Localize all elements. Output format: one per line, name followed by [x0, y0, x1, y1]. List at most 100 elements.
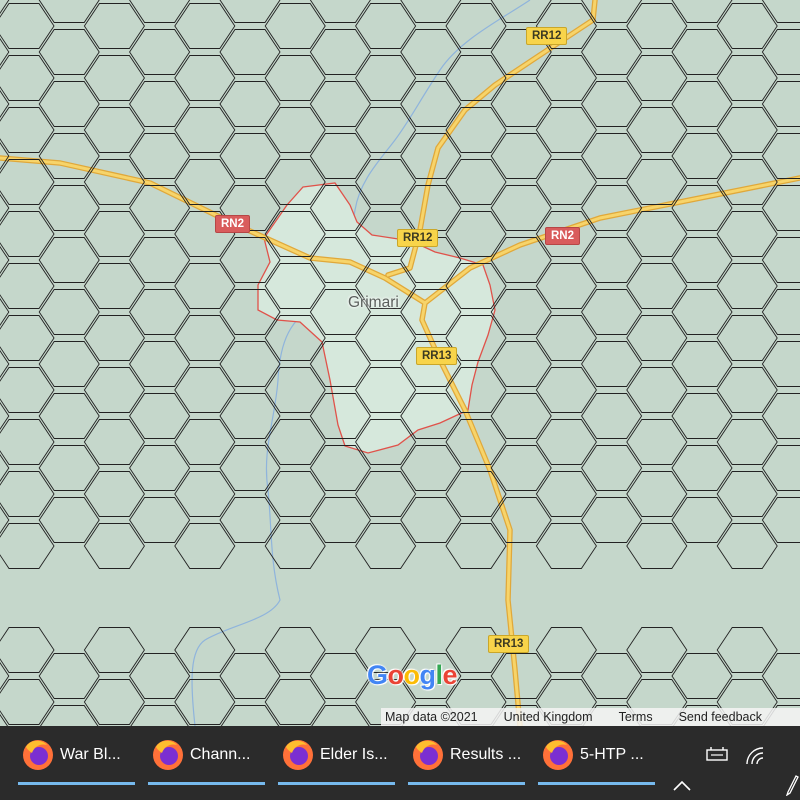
hex-cell [129, 133, 191, 179]
hex-cell [716, 523, 778, 569]
taskbar-item-label: Chann... [190, 746, 251, 763]
hex-cell [490, 185, 552, 231]
map-data-text: Map data ©2021 [385, 710, 478, 724]
hex-cell [535, 263, 597, 309]
hex-cell [671, 237, 733, 283]
hex-cell [174, 627, 236, 673]
hex-cell [761, 29, 800, 75]
region-link[interactable]: United Kingdom [500, 710, 597, 724]
hex-cell [626, 315, 688, 361]
hex-cell [219, 445, 281, 491]
hex-cell [264, 3, 326, 49]
hex-cell [581, 653, 643, 699]
hex-cell [219, 81, 281, 127]
hex-cell [400, 0, 462, 23]
send-feedback-link[interactable]: Send feedback [675, 710, 766, 724]
town-label: Grimari [348, 294, 399, 311]
active-indicator [278, 782, 395, 785]
hex-cell [129, 0, 191, 23]
hex-cell [129, 341, 191, 387]
hex-cell [671, 81, 733, 127]
hex-cell [761, 0, 800, 23]
map-view[interactable]: RR12 RR12 RN2 RN2 RR13 RR13 Grimari Goog… [0, 0, 800, 726]
taskbar-item-elder[interactable]: Elder Is... [278, 726, 395, 785]
road-shield-rr12-top: RR12 [526, 27, 568, 45]
hex-cell [355, 55, 417, 101]
hex-cell [400, 29, 462, 75]
hex-cell [626, 3, 688, 49]
hex-cell [38, 341, 100, 387]
hex-cell [626, 263, 688, 309]
hex-cell [83, 107, 145, 153]
hex-cell [490, 289, 552, 335]
hex-cell [535, 159, 597, 205]
hex-cell [626, 367, 688, 413]
hex-cell [129, 289, 191, 335]
hex-cell [264, 679, 326, 725]
hex-cell [671, 445, 733, 491]
hex-cell [38, 81, 100, 127]
hex-cell [129, 445, 191, 491]
hex-cell [264, 107, 326, 153]
hex-cell [626, 159, 688, 205]
pen-icon[interactable] [784, 774, 800, 796]
hex-cell [311, 705, 370, 726]
taskbar-item-results[interactable]: Results ... [408, 726, 525, 785]
hex-cell [626, 471, 688, 517]
hex-cell [355, 471, 417, 517]
hex-cell [400, 497, 462, 543]
hex-cell [264, 471, 326, 517]
hex-cell [83, 523, 145, 569]
taskbar-item-channel[interactable]: Chann... [148, 726, 265, 785]
hex-cell [581, 237, 643, 283]
hex-cell [445, 55, 507, 101]
hex-cell [445, 523, 507, 569]
hex-cell [38, 185, 100, 231]
hex-cell [535, 55, 597, 101]
hex-cell [174, 367, 236, 413]
terms-link[interactable]: Terms [615, 710, 657, 724]
hex-cell [535, 315, 597, 361]
firefox-icon [283, 740, 313, 770]
hex-cell [716, 627, 778, 673]
hex-cell [490, 81, 552, 127]
taskbar-item-label: Results ... [450, 746, 522, 763]
firefox-icon [23, 740, 53, 770]
hex-cell [174, 107, 236, 153]
taskbar-item-war[interactable]: War Bl... [18, 726, 135, 785]
hex-cell [716, 107, 778, 153]
hex-cell [83, 679, 145, 725]
hex-cell [219, 653, 281, 699]
map-canvas [0, 0, 800, 726]
hex-cell [219, 393, 281, 439]
hex-cell [761, 341, 800, 387]
hex-cell [400, 185, 462, 231]
hex-cell [83, 471, 145, 517]
hex-cell [130, 705, 189, 726]
hex-cell [716, 263, 778, 309]
taskbar-item-label: War Bl... [60, 746, 121, 763]
hex-cell [445, 3, 507, 49]
firefox-icon [413, 740, 443, 770]
hex-cell [671, 393, 733, 439]
taskbar-item-5htp[interactable]: 5-HTP ... [538, 726, 655, 785]
road-shield-rr12-center: RR12 [397, 229, 439, 247]
hex-cell [445, 159, 507, 205]
network-adapter-icon[interactable] [705, 746, 729, 764]
hex-cell [355, 107, 417, 153]
hex-cell [761, 81, 800, 127]
hex-cell [309, 0, 371, 23]
hex-cell [400, 445, 462, 491]
hex-cell [38, 497, 100, 543]
firefox-icon [153, 740, 183, 770]
wifi-icon[interactable] [745, 746, 767, 766]
hex-cell [581, 341, 643, 387]
map-attribution-bar: Map data ©2021 United Kingdom Terms Send… [381, 708, 800, 726]
hex-cell [309, 81, 371, 127]
hex-cell [129, 29, 191, 75]
hex-cell [626, 55, 688, 101]
hex-cell [174, 679, 236, 725]
hex-cell [38, 0, 100, 23]
show-hidden-icons-chevron-icon[interactable] [672, 780, 692, 792]
hex-cell [626, 211, 688, 257]
